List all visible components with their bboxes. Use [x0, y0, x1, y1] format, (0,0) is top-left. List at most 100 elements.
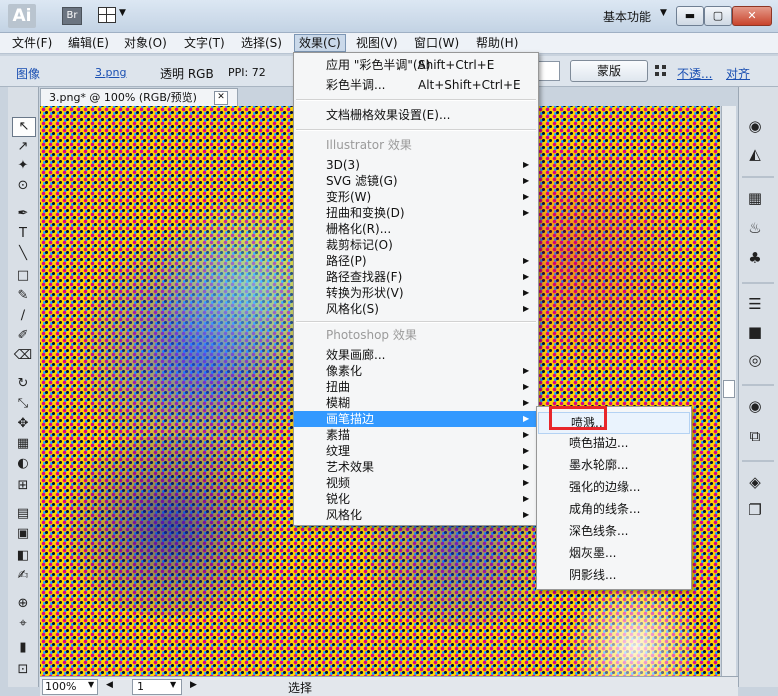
submenu-item-dark-strokes[interactable]: 深色线条... [537, 521, 691, 541]
rotate-tool-icon[interactable]: ↻ [12, 375, 34, 393]
menu-item-sharpen[interactable]: 锐化 ▶ [294, 491, 538, 507]
paintbrush-tool-icon[interactable]: ✎ [12, 287, 34, 305]
symbol-sprayer-tool-icon[interactable]: ⊕ [12, 595, 34, 613]
submenu-item-ink-outlines[interactable]: 墨水轮廓... [537, 455, 691, 475]
menu-edit[interactable]: 编辑(E) [64, 35, 113, 51]
mask-button[interactable]: 蒙版 [570, 60, 648, 82]
close-window-button[interactable]: ✕ [732, 6, 772, 26]
menu-item-path[interactable]: 路径(P) ▶ [294, 253, 538, 269]
grid-icon[interactable] [655, 65, 666, 76]
menu-item-artistic[interactable]: 艺术效果 ▶ [294, 459, 538, 475]
perspective-grid-tool-icon[interactable]: ⊞ [12, 477, 34, 495]
arrange-documents-button[interactable]: ▼ [98, 6, 130, 24]
gradient-tool-icon[interactable]: ▣ [12, 525, 34, 543]
image-label[interactable]: 图像 [16, 65, 40, 82]
menu-item-brush-strokes[interactable]: 画笔描边 ▶ [294, 411, 538, 427]
menu-item-pathfinder[interactable]: 路径查找器(F) ▶ [294, 269, 538, 285]
menu-select[interactable]: 选择(S) [237, 35, 286, 51]
menu-item-last-effect[interactable]: 彩色半调... Alt+Shift+Ctrl+E [294, 77, 538, 93]
submenu-item-crosshatch[interactable]: 阴影线... [537, 565, 691, 585]
menu-effect[interactable]: 效果(C) [294, 34, 346, 52]
align-link[interactable]: 对齐 [726, 65, 750, 82]
column-graph-tool-icon[interactable]: ⌖ [12, 615, 34, 633]
line-tool-icon[interactable]: ╲ [12, 245, 34, 263]
menu-item-video[interactable]: 视频 ▶ [294, 475, 538, 491]
menu-help[interactable]: 帮助(H) [472, 35, 522, 51]
menu-window[interactable]: 窗口(W) [410, 35, 463, 51]
artboard-tool-icon[interactable]: ▮ [12, 639, 34, 657]
menu-type[interactable]: 文字(T) [180, 35, 229, 51]
workspace-switcher[interactable]: 基本功能 [603, 8, 651, 25]
submenu-arrow-icon: ▶ [523, 430, 530, 439]
chevron-down-icon[interactable]: ▼ [660, 8, 667, 18]
menu-item-distort-transform[interactable]: 扭曲和变换(D) ▶ [294, 205, 538, 221]
scale-tool-icon[interactable]: ⤡ [12, 395, 34, 413]
menu-item-distort[interactable]: 扭曲 ▶ [294, 379, 538, 395]
color-guide-icon[interactable]: ◭ [744, 144, 766, 164]
eraser-tool-icon[interactable]: ⌫ [12, 347, 34, 365]
menu-item-stylize-ai[interactable]: 风格化(S) ▶ [294, 301, 538, 317]
pen-tool-icon[interactable]: ✒ [12, 205, 34, 223]
menu-item-apply-last[interactable]: 应用 "彩色半调"(A) Shift+Ctrl+E [294, 57, 538, 73]
brushes-icon[interactable]: ♨ [744, 218, 766, 238]
blend-tool-icon[interactable]: ✍ [12, 567, 34, 585]
mesh-tool-icon[interactable]: ▤ [12, 505, 34, 523]
menu-item-texture[interactable]: 纹理 ▶ [294, 443, 538, 459]
menu-item-warp[interactable]: 变形(W) ▶ [294, 189, 538, 205]
stroke-icon[interactable]: ☰ [744, 294, 766, 314]
chevron-down-icon[interactable]: ▼ [170, 680, 176, 689]
menu-item-effect-gallery[interactable]: 效果画廊... [294, 347, 538, 363]
symbols-icon[interactable]: ♣ [744, 248, 766, 268]
eyedropper-tool-icon[interactable]: ◧ [12, 547, 34, 565]
direct-selection-tool-icon[interactable]: ↗ [12, 138, 34, 156]
submenu-item-sumi-e[interactable]: 烟灰墨... [537, 543, 691, 563]
swatches-icon[interactable]: ▦ [744, 188, 766, 208]
gradient-icon[interactable]: ■ [744, 322, 766, 342]
menu-item-raster-settings[interactable]: 文档栅格效果设置(E)... [294, 107, 538, 123]
pencil-tool-icon[interactable]: ∕ [12, 307, 34, 325]
free-transform-tool-icon[interactable]: ▦ [12, 435, 34, 453]
minimize-button[interactable]: ▬ [676, 6, 704, 26]
submenu-item-sprayed-strokes[interactable]: 喷色描边... [537, 433, 691, 453]
menu-view[interactable]: 视图(V) [352, 35, 402, 51]
menu-item-svg-filters[interactable]: SVG 滤镜(G) ▶ [294, 173, 538, 189]
menu-file[interactable]: 文件(F) [8, 35, 56, 51]
menu-object[interactable]: 对象(O) [120, 35, 171, 51]
next-artboard-icon[interactable]: ▶ [190, 680, 197, 690]
graphic-styles-icon[interactable]: ⧉ [744, 426, 766, 446]
maximize-button[interactable]: ▢ [704, 6, 732, 26]
shape-builder-tool-icon[interactable]: ◐ [12, 455, 34, 473]
menu-item-3d[interactable]: 3D(3) ▶ [294, 157, 538, 173]
menu-item-convert-to-shape[interactable]: 转换为形状(V) ▶ [294, 285, 538, 301]
menu-item-pixelate[interactable]: 像素化 ▶ [294, 363, 538, 379]
warp-tool-icon[interactable]: ✥ [12, 415, 34, 433]
chevron-down-icon[interactable]: ▼ [88, 680, 94, 689]
type-tool-icon[interactable]: T [12, 225, 34, 243]
file-link[interactable]: 3.png [95, 66, 126, 79]
submenu-item-accented-edges[interactable]: 强化的边缘... [537, 477, 691, 497]
option-dropdown[interactable] [538, 61, 560, 81]
menu-item-crop-marks[interactable]: 裁剪标记(O) [294, 237, 538, 253]
selection-tool-icon[interactable]: ↖ [12, 117, 36, 137]
blob-brush-tool-icon[interactable]: ✐ [12, 327, 34, 345]
previous-artboard-icon[interactable]: ◀ [106, 680, 113, 690]
artboards-icon[interactable]: ❐ [744, 500, 766, 520]
layers-icon[interactable]: ◈ [744, 472, 766, 492]
opacity-link[interactable]: 不透... [677, 65, 712, 82]
submenu-item-angled-strokes[interactable]: 成角的线条... [537, 499, 691, 519]
menu-item-stylize-ps[interactable]: 风格化 ▶ [294, 507, 538, 523]
bridge-button[interactable]: Br [62, 7, 82, 25]
slice-tool-icon[interactable]: ⊡ [12, 661, 34, 679]
document-tab[interactable]: 3.png* @ 100% (RGB/预览) [40, 88, 238, 107]
appearance-icon[interactable]: ◉ [744, 396, 766, 416]
close-icon[interactable]: ✕ [214, 91, 228, 105]
menu-item-rasterize[interactable]: 栅格化(R)... [294, 221, 538, 237]
transparency-icon[interactable]: ◎ [744, 350, 766, 370]
lasso-tool-icon[interactable]: ⊙ [12, 177, 34, 195]
rectangle-tool-icon[interactable]: □ [12, 267, 34, 285]
menu-item-sketch[interactable]: 素描 ▶ [294, 427, 538, 443]
menu-item-blur[interactable]: 模糊 ▶ [294, 395, 538, 411]
magic-wand-tool-icon[interactable]: ✦ [12, 157, 34, 175]
scrollbar-thumb[interactable] [723, 380, 735, 398]
color-panel-icon[interactable]: ◉ [744, 116, 766, 136]
